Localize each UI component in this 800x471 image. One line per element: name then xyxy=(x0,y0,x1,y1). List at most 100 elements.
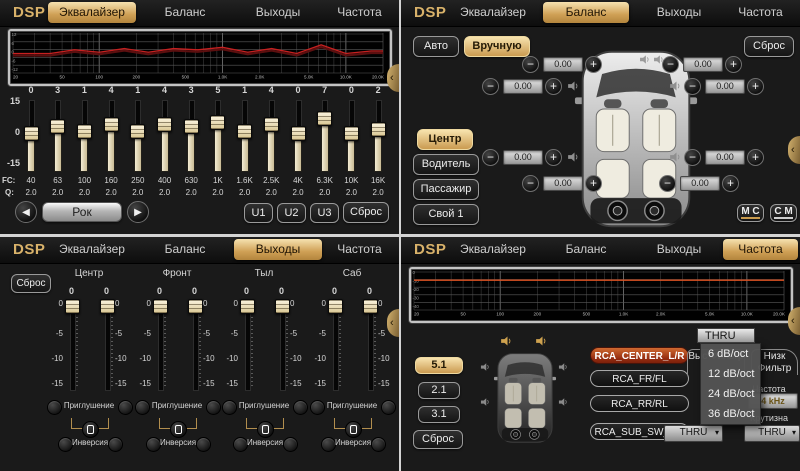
eq-band-slider-thumb[interactable] xyxy=(291,126,306,141)
eq-band-slider-thumb[interactable] xyxy=(50,119,65,134)
memory-u3-button[interactable]: U3 xyxy=(310,203,339,223)
output-slider-thumb[interactable] xyxy=(328,299,343,314)
mute-right-toggle[interactable] xyxy=(118,400,133,415)
tab-outputs[interactable]: Выходы xyxy=(234,2,322,23)
output-slider-thumb[interactable] xyxy=(153,299,168,314)
memory-u2-button[interactable]: U2 xyxy=(277,203,306,223)
eq-band-slider-thumb[interactable] xyxy=(184,119,199,134)
mode-31-button[interactable]: 3.1 xyxy=(418,406,460,423)
mode-51-button[interactable]: 5.1 xyxy=(415,357,463,374)
tab-equalizer[interactable]: Эквалайзер xyxy=(449,2,537,23)
slide-out-handle-icon[interactable]: ‹ xyxy=(788,136,800,164)
mc-mode-button[interactable]: M C xyxy=(737,204,764,222)
invert-left-toggle[interactable] xyxy=(58,437,73,452)
output-slider-thumb[interactable] xyxy=(275,299,290,314)
invert-right-toggle[interactable] xyxy=(196,437,211,452)
tab-equalizer[interactable]: Эквалайзер xyxy=(48,2,136,23)
output-slider-thumb[interactable] xyxy=(100,299,115,314)
tab-frequency[interactable]: Частота xyxy=(723,2,798,23)
tab-frequency[interactable]: Частота xyxy=(322,2,397,23)
front-door-right-minus-button[interactable]: − xyxy=(684,78,701,95)
link-channels-icon[interactable] xyxy=(257,421,274,438)
mute-right-toggle[interactable] xyxy=(381,400,396,415)
front-tweeter-left-minus-button[interactable]: − xyxy=(522,56,539,73)
subwoofer-left-minus-button[interactable]: − xyxy=(522,175,539,192)
output-slider-thumb[interactable] xyxy=(240,299,255,314)
subwoofer-left-plus-button[interactable]: + xyxy=(585,175,602,192)
rca-channel-button[interactable]: RCA_RR/RL xyxy=(590,395,689,412)
eq-band-slider-thumb[interactable] xyxy=(157,117,172,132)
subwoofer-right-plus-button[interactable]: + xyxy=(722,175,739,192)
mute-left-toggle[interactable] xyxy=(222,400,237,415)
front-tweeter-right-plus-button[interactable]: + xyxy=(725,56,742,73)
position-custom1-button[interactable]: Свой 1 xyxy=(413,204,479,225)
tab-balance[interactable]: Баланс xyxy=(142,239,228,260)
eq-band-slider-thumb[interactable] xyxy=(371,122,386,137)
eq-band-slider-thumb[interactable] xyxy=(317,111,332,126)
slope-option[interactable]: 6 dB/oct xyxy=(701,344,760,364)
mute-left-toggle[interactable] xyxy=(310,400,325,415)
mute-right-toggle[interactable] xyxy=(293,400,308,415)
eq-band-slider-thumb[interactable] xyxy=(210,115,225,130)
slope-option[interactable]: 36 dB/oct xyxy=(701,404,760,424)
front-tweeter-left-plus-button[interactable]: + xyxy=(585,56,602,73)
hpf-slope-select[interactable]: THRU ▾ xyxy=(664,425,723,442)
rear-door-right-plus-button[interactable]: + xyxy=(747,149,764,166)
slope-option[interactable]: 24 dB/oct xyxy=(701,384,760,404)
mute-left-toggle[interactable] xyxy=(47,400,62,415)
cm-mode-button[interactable]: C M xyxy=(770,204,797,222)
position-center-button[interactable]: Центр xyxy=(417,129,473,150)
outputs-reset-button[interactable]: Сброс xyxy=(11,274,51,293)
output-slider-thumb[interactable] xyxy=(188,299,203,314)
tab-outputs[interactable]: Выходы xyxy=(234,239,322,260)
subwoofer-right-minus-button[interactable]: − xyxy=(659,175,676,192)
balance-reset-button[interactable]: Сброс xyxy=(744,36,794,57)
front-door-left-plus-button[interactable]: + xyxy=(545,78,562,95)
slope-dropdown-selected[interactable]: THRU xyxy=(697,328,755,343)
eq-band-slider-thumb[interactable] xyxy=(264,117,279,132)
tab-frequency[interactable]: Частота xyxy=(723,239,798,260)
balance-manual-button[interactable]: Вручную xyxy=(464,36,530,57)
rear-door-left-plus-button[interactable]: + xyxy=(545,149,562,166)
front-tweeter-right-minus-button[interactable]: − xyxy=(662,56,679,73)
tab-frequency[interactable]: Частота xyxy=(322,239,397,260)
tab-balance[interactable]: Баланс xyxy=(142,2,228,23)
mute-right-toggle[interactable] xyxy=(206,400,221,415)
memory-u1-button[interactable]: U1 xyxy=(244,203,273,223)
rca-channel-button[interactable]: RCA_CENTER_L/R xyxy=(590,347,689,364)
rca-channel-button[interactable]: RCA_FR/FL xyxy=(590,370,689,387)
tab-equalizer[interactable]: Эквалайзер xyxy=(449,239,537,260)
position-passenger-button[interactable]: Пассажир xyxy=(413,179,479,200)
mute-left-toggle[interactable] xyxy=(135,400,150,415)
rear-door-right-minus-button[interactable]: − xyxy=(684,149,701,166)
position-driver-button[interactable]: Водитель xyxy=(413,154,479,175)
tab-balance[interactable]: Баланс xyxy=(543,2,629,23)
rear-door-left-minus-button[interactable]: − xyxy=(482,149,499,166)
link-channels-icon[interactable] xyxy=(82,421,99,438)
mode-21-button[interactable]: 2.1 xyxy=(418,382,460,399)
invert-left-toggle[interactable] xyxy=(146,437,161,452)
slide-out-handle-icon[interactable]: ‹ xyxy=(788,307,800,335)
eq-band-slider-thumb[interactable] xyxy=(344,126,359,141)
slide-out-handle-icon[interactable]: ‹ xyxy=(387,64,399,92)
front-door-right-plus-button[interactable]: + xyxy=(747,78,764,95)
eq-band-slider-thumb[interactable] xyxy=(77,124,92,139)
balance-auto-button[interactable]: Авто xyxy=(413,36,459,57)
invert-left-toggle[interactable] xyxy=(233,437,248,452)
output-slider-thumb[interactable] xyxy=(65,299,80,314)
eq-band-slider-thumb[interactable] xyxy=(24,126,39,141)
eq-band-slider-thumb[interactable] xyxy=(104,117,119,132)
preset-next-arrow-icon[interactable]: ▶ xyxy=(127,201,149,223)
link-channels-icon[interactable] xyxy=(170,421,187,438)
link-channels-icon[interactable] xyxy=(345,421,362,438)
invert-right-toggle[interactable] xyxy=(283,437,298,452)
crossover-reset-button[interactable]: Сброс xyxy=(413,430,463,449)
invert-right-toggle[interactable] xyxy=(371,437,386,452)
eq-band-slider-thumb[interactable] xyxy=(237,124,252,139)
eq-reset-button[interactable]: Сброс xyxy=(343,202,389,223)
slope-option[interactable]: 12 dB/oct xyxy=(701,364,760,384)
lpf-slope-select[interactable]: THRU ▾ xyxy=(744,425,800,442)
tab-equalizer[interactable]: Эквалайзер xyxy=(48,239,136,260)
eq-band-slider-thumb[interactable] xyxy=(130,124,145,139)
output-slider-thumb[interactable] xyxy=(363,299,378,314)
